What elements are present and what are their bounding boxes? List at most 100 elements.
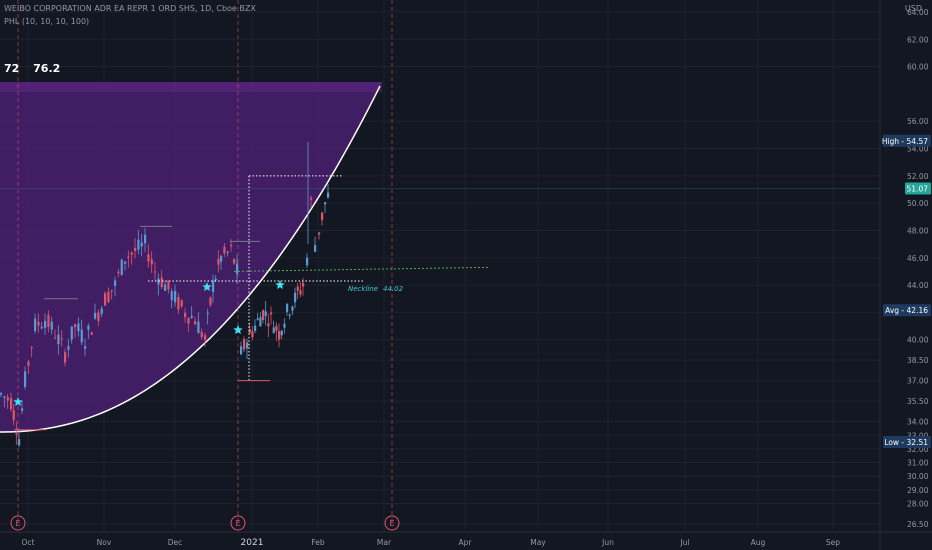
neckline-label: Neckline	[348, 285, 378, 293]
y-tick-label: 30.00	[907, 472, 929, 481]
y-tick-label: 40.00	[907, 336, 929, 345]
y-tick-label: 50.00	[907, 199, 929, 208]
candle-body	[77, 323, 80, 332]
candle-body	[200, 332, 203, 338]
currency-label: USD	[904, 4, 922, 13]
candle-body	[44, 320, 47, 328]
candle-body	[236, 263, 239, 274]
candle-body	[37, 321, 40, 326]
candle-body	[54, 337, 57, 339]
candle-body	[144, 234, 147, 244]
candle-body	[114, 280, 117, 286]
price-chart[interactable]: Neckline 44.02 E E E 26.50 28.00 29.00 30.00 31.0…	[0, 0, 932, 550]
candle-body	[270, 312, 273, 315]
candle-body	[217, 258, 220, 265]
candle-body	[240, 346, 243, 355]
zone-top-band	[0, 82, 382, 92]
earnings-marker-label: E	[389, 519, 394, 528]
candle-body	[157, 278, 160, 285]
candle-body	[137, 239, 140, 250]
candle-body	[120, 259, 123, 275]
x-tick-label: Aug	[751, 538, 766, 547]
candle-body	[130, 252, 133, 255]
indicator-values: 72 76.2	[4, 62, 70, 75]
candle-body	[30, 347, 33, 349]
candle-body	[212, 280, 215, 293]
candle-body	[194, 321, 197, 325]
indicator-title: PHL (10, 10, 10, 100)	[4, 17, 90, 26]
candle-body	[190, 315, 193, 318]
y-tick-label: 29.00	[907, 486, 929, 495]
candle-body	[318, 232, 321, 235]
candle-body	[306, 257, 309, 266]
candle-body	[24, 371, 27, 387]
x-tick-label: Feb	[311, 538, 325, 547]
x-tick-label: Jul	[679, 538, 689, 547]
candle-body	[60, 338, 63, 340]
candle-body	[310, 197, 313, 200]
candle-body	[110, 290, 113, 292]
candle-body	[259, 317, 262, 327]
candle-body	[294, 292, 297, 303]
candle-body	[262, 310, 265, 321]
candle-body	[280, 330, 283, 336]
candle-body	[67, 346, 70, 350]
candle-body	[254, 325, 257, 331]
candle-body	[299, 290, 302, 295]
candle-body	[302, 282, 305, 287]
y-tick-label: 35.50	[907, 397, 929, 406]
candle-body	[296, 286, 299, 291]
y-tick-label: 28.00	[907, 500, 929, 509]
candle-body	[327, 192, 330, 198]
candle-body	[286, 303, 289, 312]
candle-body	[264, 311, 267, 316]
candle-body	[50, 321, 53, 330]
candle-body	[104, 293, 107, 306]
candle-body	[0, 393, 3, 395]
y-tick-label: 44.00	[907, 281, 929, 290]
candle-body	[18, 439, 21, 446]
star-marker	[275, 280, 285, 290]
y-tick-label: 37.00	[907, 377, 929, 386]
price-tag-label: Low - 32.51	[884, 438, 928, 447]
candle-body	[27, 361, 30, 366]
candle-body	[100, 308, 103, 314]
price-tag-label: High - 54.57	[882, 137, 928, 146]
y-tick-label: 31.00	[907, 459, 929, 468]
candle-body	[275, 325, 278, 331]
candle-body	[74, 324, 77, 328]
candle-body	[154, 271, 157, 273]
candle-body	[246, 342, 249, 349]
x-tick-label: Jun	[601, 538, 614, 547]
candle-body	[97, 312, 100, 321]
candle-body	[90, 332, 93, 335]
candle-body	[167, 280, 170, 290]
y-tick-label: 56.00	[907, 117, 929, 126]
y-tick-label: 38.50	[907, 356, 929, 365]
candle-body	[15, 431, 18, 435]
indicator-value-1: 72	[4, 62, 20, 75]
y-tick-label: 48.00	[907, 226, 929, 235]
candle-body	[160, 277, 163, 288]
earnings-marker-label: E	[235, 519, 240, 528]
candle-body	[251, 331, 254, 338]
symbol-title: WEIBO CORPORATION ADR EA REPR 1 ORD SHS,…	[4, 4, 256, 13]
candle-body	[64, 352, 67, 363]
candle-body	[10, 398, 13, 410]
y-tick-label: 46.00	[907, 254, 929, 263]
candle-body	[214, 278, 217, 281]
candle-body	[84, 346, 87, 349]
candle-body	[70, 326, 73, 340]
candle-body	[134, 247, 137, 251]
x-tick-label: Sep	[826, 538, 840, 547]
candle-body	[34, 318, 37, 332]
candle-body	[12, 410, 15, 420]
candle-body	[140, 242, 143, 247]
candle-body	[314, 244, 317, 252]
candle-body	[220, 256, 223, 263]
candle-body	[272, 327, 275, 333]
candle-body	[206, 312, 209, 315]
y-tick-label: 34.00	[907, 418, 929, 427]
candle-body	[204, 335, 207, 340]
candle-body	[233, 259, 236, 264]
